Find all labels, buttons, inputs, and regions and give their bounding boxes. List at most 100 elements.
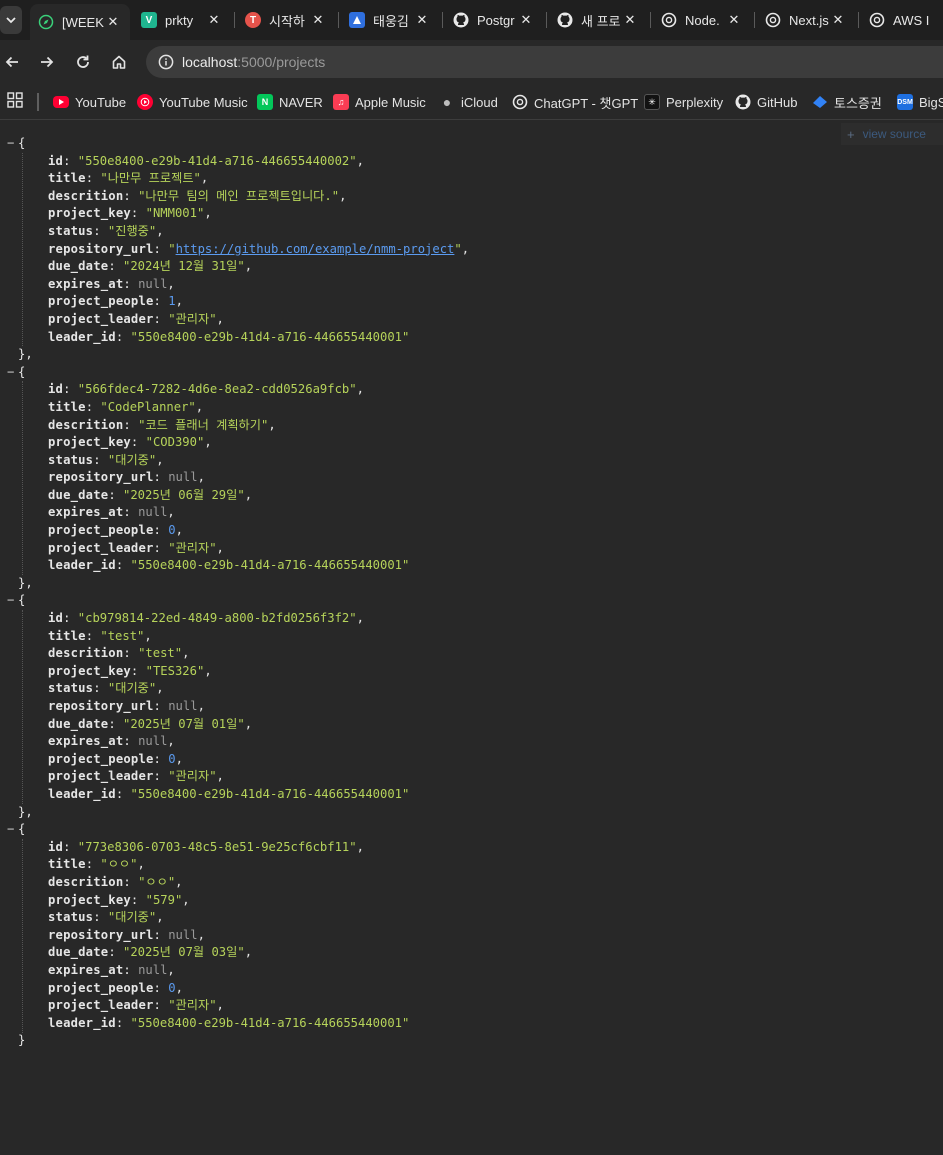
bookmark-bigs[interactable]: DSM BigS (897, 92, 943, 112)
tab-label: Node. (685, 12, 720, 28)
property-value-string: "773e8306-0703-48c5-8e51-9e25cf6cbf11" (77, 839, 357, 854)
property-row: expires_at: null, (48, 734, 175, 749)
property-row: id: "550e8400-e29b-41d4-a716-44665544000… (48, 153, 364, 168)
bookmark-youtube-music[interactable]: YouTube Music (137, 92, 248, 112)
repository-link[interactable]: https://github.com/example/nmm-project (176, 242, 455, 256)
browser-toolbar: localhost:5000/projects (0, 40, 943, 84)
tab-label: 시작하 (269, 13, 305, 29)
collapse-toggle[interactable]: − (7, 364, 14, 382)
tab-week[interactable]: [WEEK ✕ (30, 4, 130, 40)
home-button[interactable] (105, 48, 133, 76)
close-icon[interactable]: ✕ (413, 11, 431, 29)
view-source-toggle[interactable]: + view source (841, 123, 943, 145)
property-row: leader_id: "550e8400-e29b-41d4-a716-4466… (48, 786, 410, 801)
property-row: project_key: "579", (48, 892, 190, 907)
bookmark-label: ChatGPT - 챗GPT (534, 95, 639, 111)
property-key: due_date (48, 945, 109, 960)
tab-nextjs[interactable]: Next.js ✕ (757, 4, 855, 36)
property-row: status: "대기중", (48, 452, 164, 467)
property-row: title: "CodePlanner", (48, 399, 204, 414)
naver-icon: N (257, 94, 273, 110)
app-logo-icon: T (245, 12, 261, 28)
tab-separator (650, 12, 651, 28)
close-icon[interactable]: ✕ (205, 11, 223, 29)
apple-music-icon: ♫ (333, 94, 349, 110)
bookmark-github[interactable]: GitHub (735, 92, 797, 112)
property-key: project_people (48, 980, 154, 995)
collapse-toggle[interactable]: − (7, 135, 14, 153)
plus-icon: + (847, 126, 855, 142)
close-icon[interactable]: ✕ (621, 11, 639, 29)
property-value-string: "대기중" (107, 452, 157, 467)
close-icon[interactable]: ✕ (309, 11, 327, 29)
close-icon[interactable]: ✕ (104, 13, 122, 31)
github-icon (453, 12, 469, 28)
bookmark-chatgpt[interactable]: ChatGPT - 챗GPT (512, 92, 638, 112)
chatgpt-icon (661, 12, 677, 28)
property-value-number: 0 (168, 751, 176, 766)
tab-new-project[interactable]: 새 프로 ✕ (549, 4, 647, 36)
property-value-string: "대기중" (107, 681, 157, 696)
tab-separator (754, 12, 755, 28)
chatgpt-icon (765, 12, 781, 28)
v-logo-icon: V (141, 12, 157, 28)
property-row: project_people: 0, (48, 751, 183, 766)
open-brace: { (18, 822, 26, 837)
collapse-toggle[interactable]: − (7, 821, 14, 839)
tab-prkty[interactable]: V prkty ✕ (133, 4, 231, 36)
back-button[interactable] (0, 48, 26, 76)
property-key: project_key (48, 206, 131, 221)
address-bar[interactable]: localhost:5000/projects (146, 46, 943, 78)
property-row: id: "773e8306-0703-48c5-8e51-9e25cf6cbf1… (48, 839, 364, 854)
bookmark-apple-music[interactable]: ♫ Apple Music (333, 92, 426, 112)
property-value-string: "관리자" (168, 311, 217, 326)
property-key: project_people (48, 294, 154, 309)
close-icon[interactable]: ✕ (829, 11, 847, 29)
property-key: id (48, 153, 64, 168)
property-value-string: "관리자" (168, 769, 217, 784)
property-key: project_key (48, 663, 131, 678)
property-key: title (48, 399, 86, 414)
bookmark-perplexity[interactable]: ✳ Perplexity (644, 92, 723, 112)
tab-taewoong[interactable]: 태웅김 ✕ (341, 4, 439, 36)
property-key: project_key (48, 435, 131, 450)
bookmark-naver[interactable]: N NAVER (257, 92, 323, 112)
tab-start[interactable]: T 시작하 ✕ (237, 4, 335, 36)
tab-separator (442, 12, 443, 28)
apps-grid-icon[interactable] (7, 92, 23, 108)
property-key: repository_url (48, 927, 154, 942)
property-row: expires_at: null, (48, 505, 175, 520)
tab-separator (858, 12, 859, 28)
tab-search-button[interactable] (0, 6, 22, 34)
reload-button[interactable] (69, 48, 97, 76)
property-key: leader_id (48, 329, 116, 344)
tab-label: 새 프로 (581, 13, 621, 29)
property-key: status (48, 910, 94, 925)
property-key: expires_at (48, 505, 124, 520)
property-row: descrition: "나만무 팀의 메인 프로젝트입니다.", (48, 188, 347, 203)
chatgpt-icon (512, 94, 528, 110)
property-row: project_leader: "관리자", (48, 998, 224, 1013)
bookmark-icloud[interactable]: ● iCloud (439, 92, 498, 112)
property-key: leader_id (48, 558, 116, 573)
tab-aws[interactable]: AWS I (861, 4, 943, 36)
tab-node[interactable]: Node. ✕ (653, 4, 751, 36)
property-row: repository_url: "https://github.com/exam… (48, 241, 470, 256)
site-info-button[interactable] (152, 48, 180, 76)
bookmark-toss[interactable]: 토스증권 (812, 92, 882, 112)
collapse-toggle[interactable]: − (7, 592, 14, 610)
view-source-label: view source (862, 127, 926, 141)
property-value-string: "COD390" (145, 435, 205, 450)
property-value-string: "TES326" (145, 663, 205, 678)
close-icon[interactable]: ✕ (725, 11, 743, 29)
close-icon[interactable]: ✕ (517, 11, 535, 29)
bookmarks-divider (37, 93, 39, 111)
property-row: project_key: "NMM001", (48, 206, 212, 221)
property-value-string: "550e8400-e29b-41d4-a716-446655440001" (130, 558, 410, 573)
tab-label: 태웅김 (373, 13, 409, 29)
forward-button[interactable] (33, 48, 61, 76)
property-row: title: "나만무 프로젝트", (48, 171, 209, 186)
close-brace: }, (18, 347, 33, 362)
tab-postgres[interactable]: Postgr ✕ (445, 4, 543, 36)
bookmark-youtube[interactable]: YouTube (53, 92, 126, 112)
